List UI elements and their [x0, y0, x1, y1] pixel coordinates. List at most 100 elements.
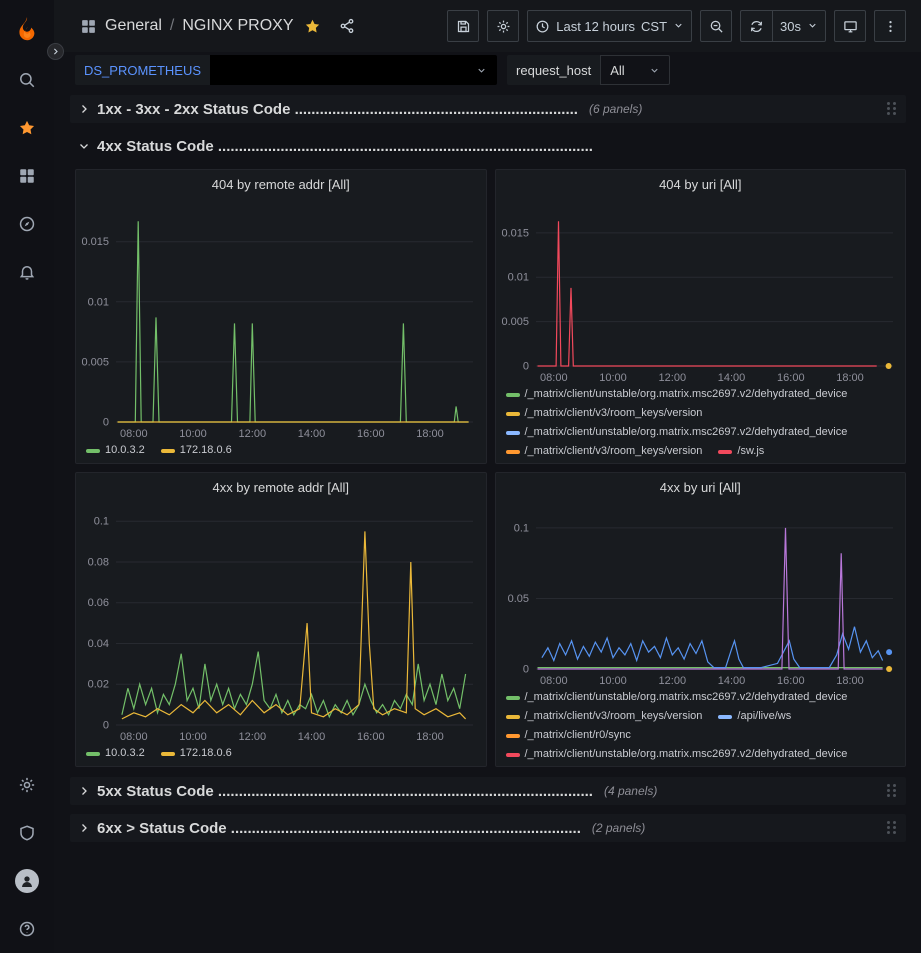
x-axis-tick-label: 12:00 — [658, 372, 686, 384]
row-6xx-status-code[interactable]: 6xx > Status Code ......................… — [70, 814, 906, 842]
zoom-out-button[interactable] — [700, 10, 732, 42]
panel-title[interactable]: 4xx by remote addr [All] — [76, 473, 486, 501]
chart-canvas: 00.0050.010.01508:0010:0012:0014:0016:00… — [496, 198, 906, 385]
sidebar-item-explore[interactable] — [0, 200, 54, 248]
legend-item[interactable]: /api/live/ws — [718, 709, 791, 724]
y-axis-tick-label: 0.04 — [88, 638, 109, 650]
legend-item[interactable]: /_matrix/client/unstable/org.matrix.msc2… — [506, 387, 848, 402]
legend-label: /_matrix/client/unstable/org.matrix.msc2… — [525, 690, 848, 705]
y-axis-tick-label: 0.06 — [88, 597, 109, 609]
time-series-chart[interactable]: 00.050.108:0010:0012:0014:0016:0018:00 — [496, 501, 906, 688]
variables-bar: DS_PROMETHEUS request_host All — [54, 52, 921, 88]
legend-item[interactable]: 10.0.3.2 — [86, 746, 145, 761]
x-axis-tick-label: 18:00 — [836, 372, 864, 384]
legend-item[interactable]: /_matrix/client/unstable/org.matrix.msc2… — [506, 747, 848, 762]
variable-ds-value-dropdown[interactable] — [210, 55, 497, 85]
variable-ds-label[interactable]: DS_PROMETHEUS — [75, 55, 210, 85]
x-axis-tick-label: 08:00 — [120, 428, 148, 440]
search-icon — [18, 71, 36, 89]
legend-item[interactable]: /_matrix/client/v3/room_keys/version — [506, 709, 703, 724]
legend-item[interactable]: /_matrix/client/v3/room_keys/version — [506, 406, 703, 421]
legend-swatch — [161, 752, 175, 756]
row-drag-handle[interactable] — [887, 784, 896, 798]
time-series-chart[interactable]: 00.020.040.060.080.108:0010:0012:0014:00… — [76, 501, 486, 744]
chevron-right-icon — [78, 103, 90, 115]
sidebar-item-server-admin[interactable] — [0, 809, 54, 857]
panel-grid: 404 by remote addr [All] 00.0050.010.015… — [75, 169, 906, 767]
user-icon — [19, 873, 35, 889]
share-button[interactable] — [339, 18, 355, 34]
legend-swatch — [718, 450, 732, 454]
row-4xx-status-code[interactable]: 4xx Status Code ........................… — [70, 132, 906, 160]
sidebar-item-search[interactable] — [0, 56, 54, 104]
legend-label: /_matrix/client/unstable/org.matrix.msc2… — [525, 387, 848, 402]
legend-item[interactable]: /_matrix/client/unstable/org.matrix.msc2… — [506, 690, 848, 705]
flame-icon — [14, 15, 40, 41]
y-axis-tick-label: 0.005 — [81, 356, 109, 368]
x-axis-tick-label: 18:00 — [416, 428, 444, 440]
row-drag-handle[interactable] — [887, 102, 896, 116]
cycle-view-button[interactable] — [834, 10, 866, 42]
more-options-button[interactable] — [874, 10, 906, 42]
sidebar-item-alerting[interactable] — [0, 248, 54, 296]
row-1xx-3xx-2xx-status-code[interactable]: 1xx - 3xx - 2xx Status Code ............… — [70, 95, 906, 123]
x-axis-tick-label: 10:00 — [599, 372, 627, 384]
sidebar-item-help[interactable] — [0, 905, 54, 953]
legend-item[interactable]: /_matrix/client/v3/room_keys/version — [506, 444, 703, 459]
y-axis-tick-label: 0 — [103, 720, 109, 732]
x-axis-tick-label: 08:00 — [540, 372, 568, 384]
legend-item[interactable]: /_matrix/client/unstable/org.matrix.msc2… — [506, 425, 848, 440]
sidebar-item-dashboards[interactable] — [0, 152, 54, 200]
chevron-down-icon — [649, 65, 660, 76]
sidebar-item-profile[interactable] — [0, 857, 54, 905]
panel-404-by-remote-addr: 404 by remote addr [All] 00.0050.010.015… — [75, 169, 487, 464]
chevron-right-icon — [78, 785, 90, 797]
x-axis-tick-label: 14:00 — [717, 372, 745, 384]
legend-swatch — [506, 412, 520, 416]
series-line — [541, 627, 882, 668]
time-series-chart[interactable]: 00.0050.010.01508:0010:0012:0014:0016:00… — [76, 198, 486, 441]
main-content: General / NGINX PROXY Last 12 hours CST — [54, 0, 921, 953]
refresh-button[interactable] — [740, 10, 772, 42]
save-icon — [456, 19, 471, 34]
star-filled-icon — [304, 18, 321, 35]
breadcrumb-folder[interactable]: General — [105, 17, 162, 35]
time-range-label: Last 12 hours — [556, 19, 635, 34]
legend-item[interactable]: 172.18.0.6 — [161, 443, 232, 458]
row-panel-count: (2 panels) — [592, 821, 645, 835]
favorite-star-button[interactable] — [304, 18, 321, 35]
x-axis-tick-label: 18:00 — [416, 731, 444, 743]
sidebar-item-starred[interactable] — [0, 104, 54, 152]
chevron-down-icon — [673, 19, 684, 34]
y-axis-tick-label: 0.1 — [513, 522, 528, 534]
dashboard-settings-button[interactable] — [487, 10, 519, 42]
legend-label: 10.0.3.2 — [105, 443, 145, 458]
panel-404-by-uri: 404 by uri [All] 00.0050.010.01508:0010:… — [495, 169, 907, 464]
row-5xx-status-code[interactable]: 5xx Status Code ........................… — [70, 777, 906, 805]
legend-item[interactable]: 10.0.3.2 — [86, 443, 145, 458]
panel-title[interactable]: 404 by uri [All] — [496, 170, 906, 198]
legend-swatch — [506, 753, 520, 757]
variable-request-host-label: request_host — [507, 55, 600, 85]
variable-request-host-dropdown[interactable]: All — [600, 55, 670, 85]
time-range-picker[interactable]: Last 12 hours CST — [527, 10, 692, 42]
x-axis-tick-label: 12:00 — [239, 731, 267, 743]
legend-item[interactable]: /sw.js — [718, 444, 764, 459]
panel-title[interactable]: 4xx by uri [All] — [496, 473, 906, 501]
legend-label: /_matrix/client/r0/sync — [525, 728, 631, 743]
row-drag-handle[interactable] — [887, 821, 896, 835]
refresh-interval-dropdown[interactable]: 30s — [772, 10, 826, 42]
sidebar-item-configuration[interactable] — [0, 761, 54, 809]
dashboard-header: General / NGINX PROXY Last 12 hours CST — [54, 0, 921, 52]
legend-item[interactable]: /_matrix/client/r0/sync — [506, 728, 631, 743]
sidebar-expand-button[interactable] — [47, 43, 64, 60]
legend-label: 172.18.0.6 — [180, 746, 232, 761]
time-series-chart[interactable]: 00.0050.010.01508:0010:0012:0014:0016:00… — [496, 198, 906, 385]
panel-title[interactable]: 404 by remote addr [All] — [76, 170, 486, 198]
legend-item[interactable]: 172.18.0.6 — [161, 746, 232, 761]
grafana-logo[interactable] — [0, 0, 54, 56]
series-point-marker — [886, 666, 892, 672]
save-dashboard-button[interactable] — [447, 10, 479, 42]
apps-grid-icon — [18, 167, 36, 185]
breadcrumb-title[interactable]: NGINX PROXY — [182, 17, 293, 35]
